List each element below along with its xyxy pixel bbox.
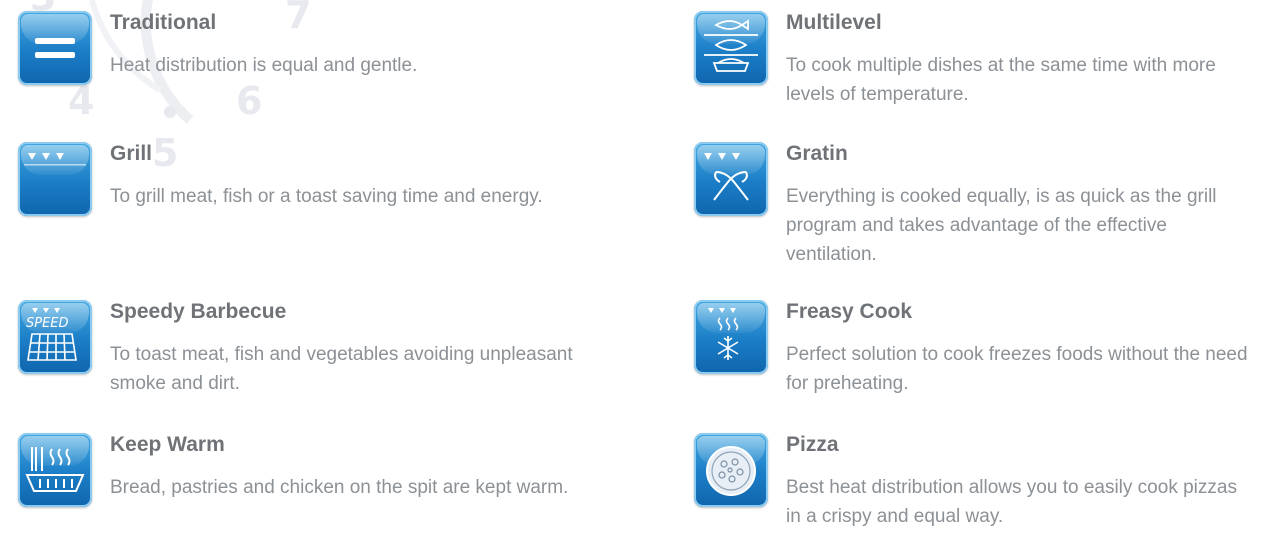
pizza-icon [694, 433, 768, 507]
grill-icon [18, 142, 92, 216]
mode-description: To toast meat, fish and vegetables avoid… [110, 344, 573, 394]
mode-description: Heat distribution is equal and gentle. [110, 55, 418, 76]
mode-description: To grill meat, fish or a toast saving ti… [110, 186, 543, 207]
keep-warm-icon [18, 433, 92, 507]
mode-description: Bread, pastries and chicken on the spit … [110, 477, 569, 498]
dial-number-5: 5 [152, 131, 179, 175]
mode-title: Traditional [110, 11, 217, 34]
mode-description: Everything is cooked equally, is as quic… [786, 186, 1217, 265]
dial-number-6: 6 [236, 79, 263, 123]
mode-title: Pizza [786, 433, 839, 456]
traditional-icon [18, 11, 92, 85]
mode-title: Grill [110, 142, 153, 165]
dial-number-7: 7 [285, 0, 312, 37]
freasy-cook-icon [694, 300, 768, 374]
mode-title: Gratin [786, 142, 848, 165]
dial-number-4: 4 [68, 79, 95, 123]
mode-title: Speedy Barbecue [110, 300, 287, 323]
gratin-icon [694, 142, 768, 216]
mode-description: Perfect solution to cook freezes foods w… [786, 344, 1248, 394]
mode-description: To cook multiple dishes at the same time… [786, 55, 1216, 105]
multilevel-icon [694, 11, 768, 85]
mode-description: Best heat distribution allows you to eas… [786, 477, 1237, 527]
speedy-barbecue-icon: SPEED [18, 300, 92, 374]
mode-title: Keep Warm [110, 433, 225, 456]
mode-title: Freasy Cook [786, 300, 913, 323]
speed-label: SPEED [26, 316, 69, 331]
mode-title: Multilevel [786, 11, 882, 34]
